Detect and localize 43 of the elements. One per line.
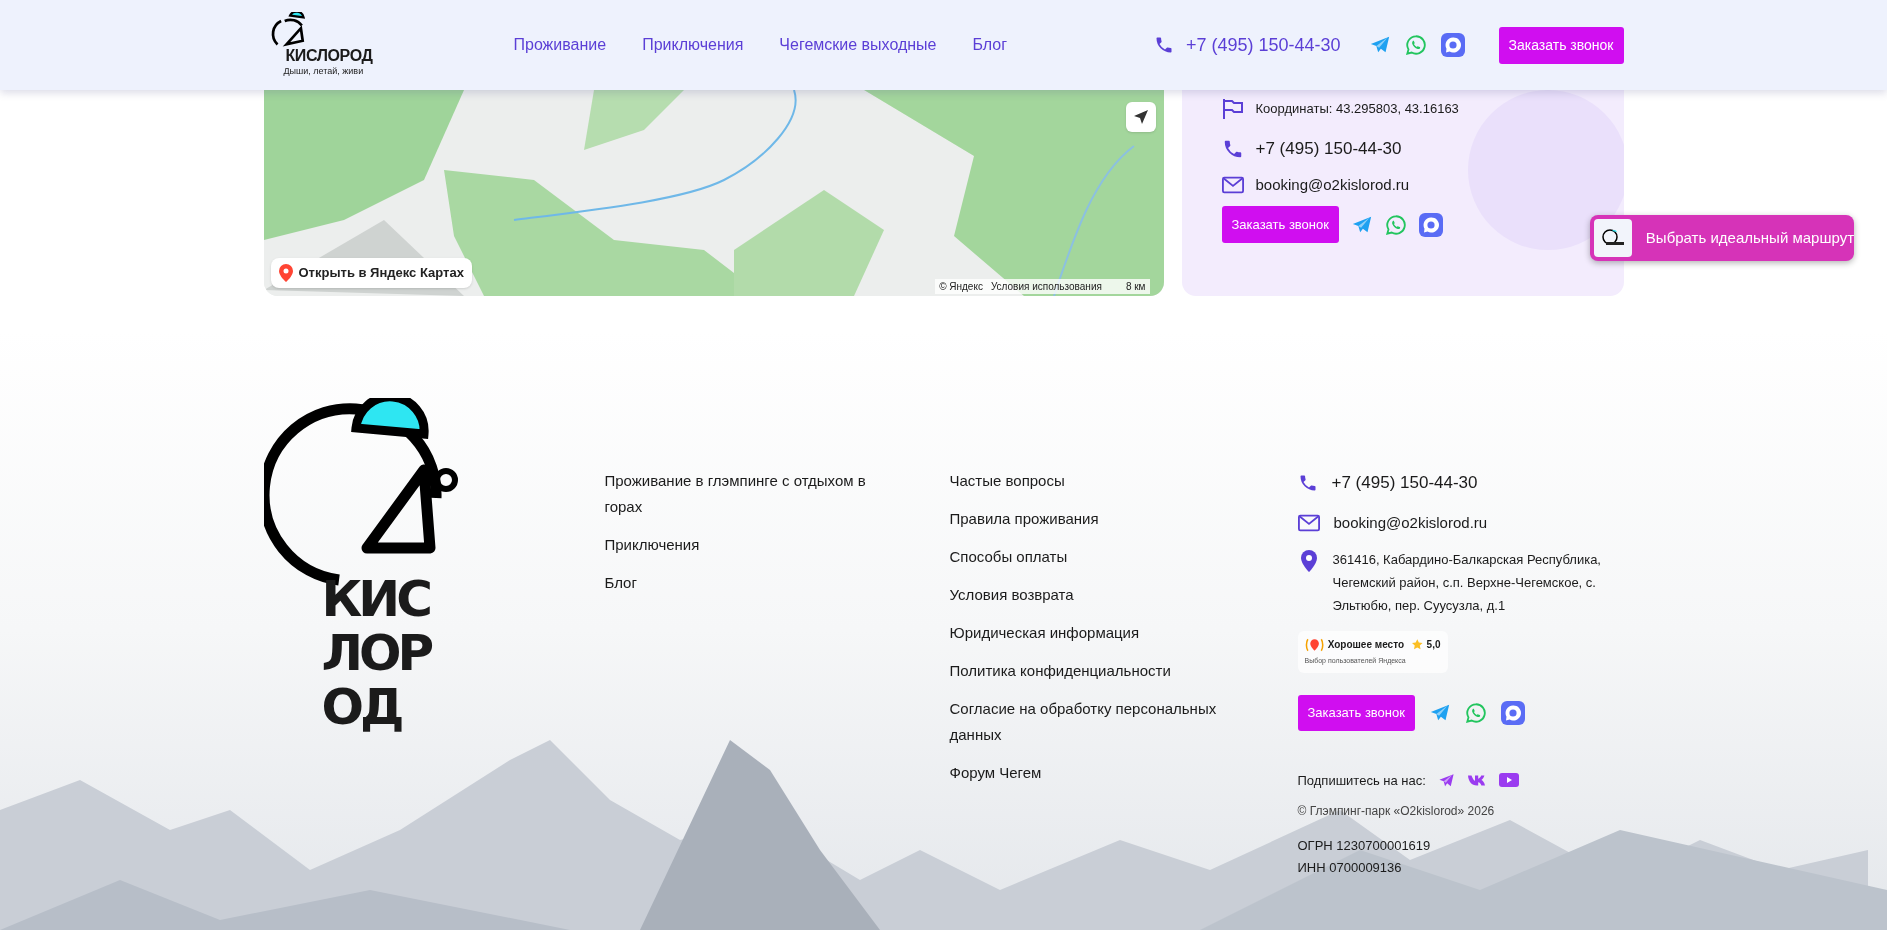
subscribe-label: Подпишитесь на нас:	[1297, 771, 1426, 790]
phone-number[interactable]: +7 (495) 150-44-30	[1255, 136, 1402, 162]
ogrn-text: ОГРН 1230700001619	[1297, 837, 1432, 855]
inn-text: ИНН 0700009136	[1297, 858, 1403, 877]
footer-link[interactable]: Блог	[604, 570, 900, 596]
logo-wordmark-line: ЛОР	[321, 626, 432, 680]
map-scale: 8 км	[1125, 280, 1146, 294]
map-copyright: © Яндекс	[939, 280, 983, 294]
footer-link[interactable]: Юридическая информация	[949, 620, 1256, 646]
footer-link[interactable]: Согласие на обработку персональных данных	[949, 696, 1256, 748]
nav-link[interactable]: Проживание	[513, 33, 607, 57]
nav-link[interactable]: Блог	[972, 33, 1008, 57]
footer-link[interactable]: Условия возврата	[949, 582, 1256, 608]
call-button[interactable]: Заказать звонок	[1221, 206, 1339, 243]
footer-link[interactable]: Частые вопросы	[949, 468, 1256, 494]
call-button[interactable]: Заказать звонок	[1498, 26, 1624, 64]
open-in-maps-label: Открыть в Яндекс Картах	[298, 264, 464, 283]
footer-link[interactable]: Политика конфиденциальности	[949, 658, 1256, 684]
coordinates-text: Координаты: 43.295803, 43.16163	[1255, 100, 1459, 119]
call-button[interactable]: Заказать звонок	[1297, 694, 1415, 731]
phone-number[interactable]: +7 (495) 150-44-30	[1185, 31, 1341, 59]
open-in-maps-link[interactable]: Открыть в Яндекс Картах	[270, 258, 472, 288]
nav-link[interactable]: Чегемские выходные	[779, 33, 937, 57]
phone-number[interactable]: +7 (495) 150-44-30	[1331, 470, 1478, 496]
badge-rating: 5,0	[1426, 638, 1441, 652]
address-text: 361416, Кабардино-Балкарская Республика, Чегемский район, с.п. Верхне-Чегемское, с. Эльтюбю, пер. Суусузла, д.1	[1332, 551, 1602, 615]
route-button[interactable]: Выбрать идеальный маршрут	[1590, 215, 1854, 261]
footer-link[interactable]: Проживание в глэмпинге с отдыхом в горах	[604, 468, 900, 520]
map-view[interactable]: Открыть в Яндекс Картах © Яндекс Условия использования 8 км	[263, 90, 1164, 296]
logo-wordmark: КИСЛОРОД	[285, 48, 374, 65]
email-address[interactable]: booking@o2kislorod.ru	[1333, 511, 1488, 534]
logo-tagline: Дыши, летай, живи	[283, 66, 365, 78]
map-terms-link[interactable]: Условия использования	[990, 279, 1102, 294]
email-address[interactable]: booking@o2kislorod.ru	[1255, 173, 1410, 196]
logo-wordmark-line: ОД	[321, 680, 403, 734]
nav-link[interactable]: Приключения	[642, 33, 744, 57]
footer-link[interactable]: Правила проживания	[949, 506, 1256, 532]
copyright-text: © Глэмпинг-парк «O2kislorod» 2026	[1297, 803, 1496, 820]
logo-wordmark-line: КИС	[321, 572, 431, 626]
badge-title: Хорошее место	[1327, 638, 1405, 652]
footer-link[interactable]: Форум Чегем	[949, 760, 1256, 786]
footer-link[interactable]: Способы оплаты	[949, 544, 1256, 570]
footer-link[interactable]: Приключения	[604, 532, 900, 558]
